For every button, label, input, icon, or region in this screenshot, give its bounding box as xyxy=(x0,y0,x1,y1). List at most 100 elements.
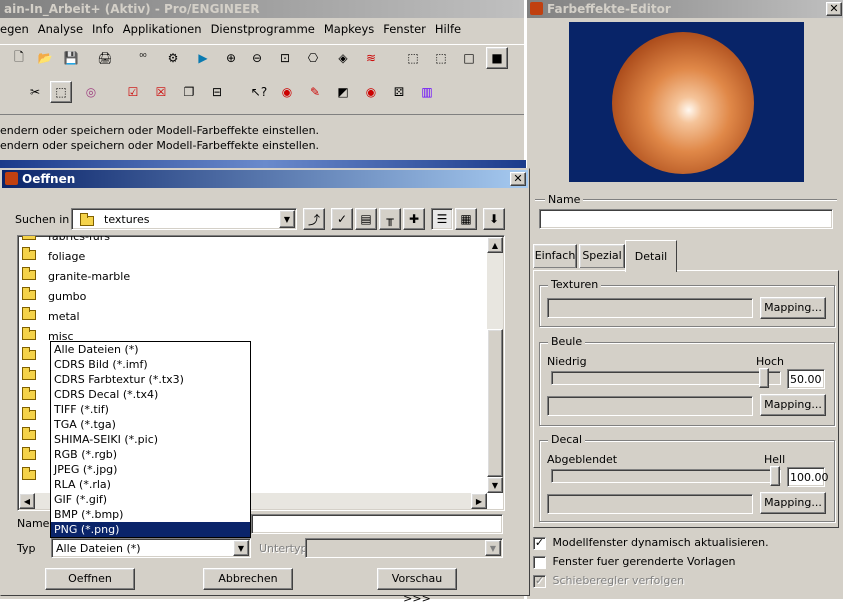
list-item[interactable]: gumbo xyxy=(22,287,86,306)
list-item[interactable]: granite-marble xyxy=(22,267,130,286)
file-type-option[interactable]: Alle Dateien (*) xyxy=(51,342,250,357)
list-view-icon[interactable]: ☰ xyxy=(431,208,453,230)
file-type-option[interactable]: BMP (*.bmp) xyxy=(51,507,250,522)
option-rendered-templates[interactable]: Fenster fuer gerenderte Vorlagen xyxy=(533,555,736,569)
chevron-down-icon[interactable]: ▼ xyxy=(233,540,249,556)
menu-item[interactable]: Applikationen xyxy=(123,22,202,36)
close-icon[interactable]: ✕ xyxy=(826,2,842,16)
scroll-right-icon[interactable]: ▶ xyxy=(471,493,487,509)
file-type-option[interactable]: GIF (*.gif) xyxy=(51,492,250,507)
orient-icon[interactable]: ⎔ xyxy=(302,47,324,69)
shading-icon[interactable]: ■ xyxy=(486,47,508,69)
palette-icon[interactable]: ▥ xyxy=(416,81,438,103)
list-item[interactable] xyxy=(22,347,48,366)
menu-item[interactable]: Hilfe xyxy=(435,22,461,36)
regenerate-icon[interactable]: ⁰⁰ xyxy=(132,47,154,69)
up-folder-icon[interactable]: ⤴ xyxy=(303,208,325,230)
save-icon[interactable]: 💾 xyxy=(60,47,82,69)
folder-check-icon[interactable]: ✓ xyxy=(331,208,353,230)
file-type-option[interactable]: SHIMA-SEIKI (*.pic) xyxy=(51,432,250,447)
save-copy-icon[interactable]: 🖨 xyxy=(94,47,116,69)
menu-item[interactable]: Fenster xyxy=(383,22,426,36)
windows-icon[interactable]: ❐ xyxy=(178,81,200,103)
menu-item[interactable]: egen xyxy=(0,22,29,36)
decal-value-input[interactable]: 100.00 xyxy=(787,467,829,487)
list-item[interactable] xyxy=(22,447,48,466)
file-type-option[interactable]: PNG (*.png) xyxy=(51,522,250,537)
tab-detail[interactable]: Detail xyxy=(625,240,677,272)
list-item[interactable]: fabrics-furs xyxy=(22,236,110,246)
select-icon[interactable]: ⬚ xyxy=(50,81,72,103)
scroll-thumb[interactable] xyxy=(487,329,503,477)
beule-mapping-button[interactable]: Mapping... xyxy=(760,394,826,416)
spin-icon[interactable]: ◎ xyxy=(80,81,102,103)
vertical-scrollbar[interactable]: ▲ ▼ xyxy=(487,237,503,493)
list-item[interactable]: foliage xyxy=(22,247,85,266)
file-type-option[interactable]: CDRS Decal (*.tx4) xyxy=(51,387,250,402)
file-type-option[interactable]: RLA (*.rla) xyxy=(51,477,250,492)
scene-icon[interactable]: ⚄ xyxy=(388,81,410,103)
layer-icon[interactable]: ⚙ xyxy=(162,47,184,69)
option-dynamic-update[interactable]: ✓ Modellfenster dynamisch aktualisieren. xyxy=(533,536,769,550)
list-item[interactable]: metal xyxy=(22,307,80,326)
layers-icon[interactable]: ≋ xyxy=(360,47,382,69)
light-icon[interactable]: ◉ xyxy=(360,81,382,103)
book-icon[interactable]: ▤ xyxy=(355,208,377,230)
measure-icon[interactable]: ⊟ xyxy=(206,81,228,103)
menu-item[interactable]: Mapkeys xyxy=(324,22,374,36)
beule-slider-thumb[interactable] xyxy=(759,368,769,388)
new-file-icon[interactable]: 🗋 xyxy=(8,47,30,69)
option-dynamic-update-checkbox[interactable]: ✓ xyxy=(533,536,546,550)
look-in-select[interactable]: textures ▼ xyxy=(71,208,297,230)
menu-item[interactable]: Analyse xyxy=(38,22,83,36)
decal-slider-thumb[interactable] xyxy=(770,466,780,486)
hidden-line-icon[interactable]: ⬚ xyxy=(430,47,452,69)
open-file-icon[interactable]: 📂 xyxy=(34,47,56,69)
decal-mapping-button[interactable]: Mapping... xyxy=(760,492,826,514)
scroll-left-icon[interactable]: ◀ xyxy=(19,493,35,509)
color-icon[interactable]: ✎ xyxy=(304,81,326,103)
contrast-icon[interactable]: ◩ xyxy=(332,81,354,103)
open-button[interactable]: Oeffnen xyxy=(45,568,135,590)
file-type-option[interactable]: CDRS Farbtextur (*.tx3) xyxy=(51,372,250,387)
file-type-option[interactable]: TIFF (*.tif) xyxy=(51,402,250,417)
cancel-button[interactable]: Abbrechen xyxy=(203,568,293,590)
tab-einfach[interactable]: Einfach xyxy=(533,244,577,268)
list-item[interactable] xyxy=(22,367,48,386)
zoom-out-icon[interactable]: ⊖ xyxy=(246,47,268,69)
no-hidden-icon[interactable]: □ xyxy=(458,47,480,69)
scroll-up-icon[interactable]: ▲ xyxy=(487,237,503,253)
cancel-box-icon[interactable]: ☒ xyxy=(150,81,172,103)
datum-icon[interactable]: ✂ xyxy=(24,81,46,103)
render-icon[interactable]: ◉ xyxy=(276,81,298,103)
play-icon[interactable]: ▶ xyxy=(192,47,214,69)
file-type-option[interactable]: CDRS Bild (*.imf) xyxy=(51,357,250,372)
close-icon[interactable]: ✕ xyxy=(510,172,526,186)
file-type-select[interactable]: Alle Dateien (*) ▼ xyxy=(51,538,251,558)
details-view-icon[interactable]: ▦ xyxy=(455,208,477,230)
chevron-down-icon[interactable]: ▼ xyxy=(279,210,295,228)
beule-value-input[interactable]: 50.00 xyxy=(787,369,825,389)
menu-item[interactable]: Dienstprogramme xyxy=(211,22,315,36)
menu-item[interactable]: Info xyxy=(92,22,114,36)
tab-spezial[interactable]: Spezial xyxy=(579,244,625,268)
refit-icon[interactable]: ⊡ xyxy=(274,47,296,69)
view-manager-icon[interactable]: ◈ xyxy=(332,47,354,69)
preview-button[interactable]: Vorschau >>> xyxy=(377,568,457,605)
file-name-input[interactable] xyxy=(251,514,503,534)
name-input[interactable] xyxy=(539,209,833,229)
list-item[interactable] xyxy=(22,427,48,446)
wireframe-icon[interactable]: ⬚ xyxy=(402,47,424,69)
table-icon[interactable]: ╥ xyxy=(379,208,401,230)
option-rendered-templates-checkbox[interactable] xyxy=(533,555,546,569)
list-item[interactable] xyxy=(22,387,48,406)
help-pointer-icon[interactable]: ↖? xyxy=(248,81,270,103)
scroll-down-icon[interactable]: ▼ xyxy=(487,477,503,493)
new-folder-icon[interactable]: ✚ xyxy=(403,208,425,230)
check-box-icon[interactable]: ☑ xyxy=(122,81,144,103)
preview-pane-icon[interactable]: ⬇ xyxy=(483,208,505,230)
file-type-option[interactable]: JPEG (*.jpg) xyxy=(51,462,250,477)
beule-slider-track[interactable] xyxy=(551,368,781,388)
file-type-option[interactable]: RGB (*.rgb) xyxy=(51,447,250,462)
list-item[interactable] xyxy=(22,467,48,486)
